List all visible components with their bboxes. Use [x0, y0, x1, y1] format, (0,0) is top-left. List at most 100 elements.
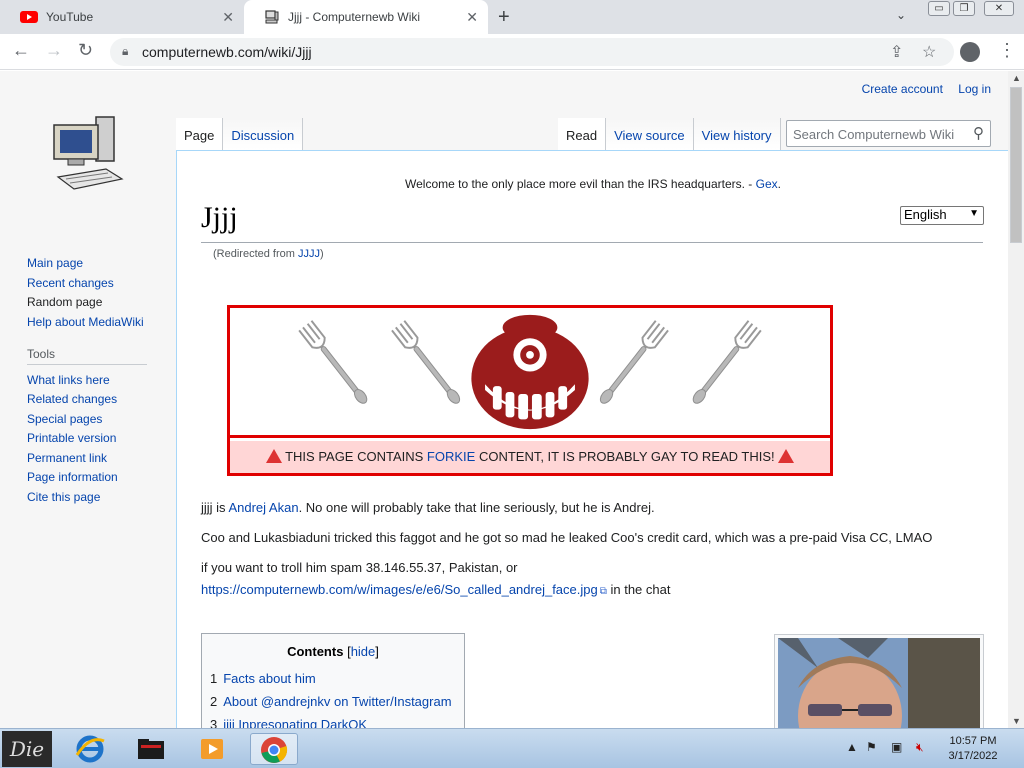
search-placeholder: Search Computernewb Wiki	[793, 127, 955, 142]
network-icon[interactable]: ▣	[891, 740, 902, 754]
text-run: . No one will probably take that line se…	[298, 500, 655, 515]
chrome-icon[interactable]	[250, 733, 298, 765]
toc-link[interactable]: Facts about him	[223, 671, 316, 686]
wiki-favicon-icon	[265, 10, 279, 24]
new-tab-icon[interactable]: +	[498, 6, 510, 29]
text-run: jjjj is	[201, 500, 229, 515]
sidebar-item-printable-version[interactable]: Printable version	[27, 432, 167, 445]
address-bar[interactable]: 🔒︎ computernewb.com/wiki/Jjjj ⇪ ☆	[110, 38, 954, 66]
search-input[interactable]: Search Computernewb Wiki ⚲	[786, 120, 991, 147]
warning-icon	[778, 449, 795, 463]
back-icon[interactable]: ←	[12, 40, 30, 61]
tab-view-source[interactable]: View source	[606, 118, 694, 150]
browser-tab-youtube[interactable]: YouTube ✕	[0, 0, 244, 34]
menu-kebab-icon[interactable]: ⋮	[998, 40, 1016, 61]
internet-explorer-icon[interactable]	[66, 733, 114, 765]
page-scrollbar[interactable]: ▲ ▼	[1008, 71, 1024, 728]
forward-icon[interactable]: →	[45, 40, 63, 61]
screen: YouTube ✕ Jjjj - Computernewb Wiki ✕ + ⌄…	[0, 0, 1024, 768]
tab-page[interactable]: Page	[176, 118, 224, 150]
media-player-icon[interactable]	[188, 733, 236, 765]
sidebar-item-recent-changes[interactable]: Recent changes	[27, 276, 167, 290]
create-account-link[interactable]: Create account	[862, 82, 943, 96]
start-button[interactable]: Die	[2, 731, 52, 767]
tab-read[interactable]: Read	[558, 118, 607, 150]
view-tabs: Read View source View history	[558, 118, 781, 150]
browser-tabstrip: YouTube ✕ Jjjj - Computernewb Wiki ✕ + ⌄…	[0, 0, 1024, 34]
page-title: Jjjj	[201, 201, 983, 243]
close-tab-icon[interactable]: ✕	[222, 9, 234, 26]
toc-item[interactable]: 3 jjjj Inpresonating DarkOK	[210, 717, 456, 728]
andrej-akan-link[interactable]: Andrej Akan	[228, 500, 298, 515]
browser-toolbar: ← → ↻ 🔒︎ computernewb.com/wiki/Jjjj ⇪ ☆ …	[0, 34, 1024, 70]
profile-avatar-icon[interactable]	[960, 42, 980, 62]
language-select[interactable]: English ▼	[900, 206, 984, 225]
toc-item[interactable]: 1 Facts about him	[210, 671, 456, 687]
content-area: Welcome to the only place more evil than…	[176, 150, 1008, 728]
close-tab-icon[interactable]: ✕	[466, 9, 478, 26]
table-of-contents: Contents [hide] 1 Facts about him 2 About …	[201, 633, 465, 728]
reload-icon[interactable]: ↻	[78, 40, 93, 61]
paragraph: if you want to troll him spam 38.146.55.…	[201, 557, 983, 603]
tab-discussion[interactable]: Discussion	[223, 118, 304, 150]
tab-view-history[interactable]: View history	[693, 118, 781, 150]
photo-content	[778, 638, 980, 728]
scroll-up-icon[interactable]: ▲	[1012, 73, 1021, 83]
clock-date: 3/17/2022	[948, 750, 998, 762]
wiki-page: Create account Log in Main page Recent c…	[0, 71, 1008, 728]
minimize-icon[interactable]: ▭	[928, 1, 950, 16]
redirect-prefix: (Redirected from	[213, 248, 298, 260]
sidebar-item-related-changes[interactable]: Related changes	[27, 393, 167, 406]
toc-heading: Contents	[287, 644, 344, 659]
namespace-tabs: Page Discussion	[176, 118, 304, 150]
toc-bracket: ]	[375, 644, 379, 659]
show-hidden-icons-icon[interactable]: ▲	[846, 740, 858, 754]
redirect-link[interactable]: JJJJ	[298, 248, 320, 260]
close-window-icon[interactable]: ✕	[984, 1, 1014, 16]
sidebar-item-permanent-link[interactable]: Permanent link	[27, 451, 167, 465]
sidebar-item-random-page[interactable]: Random page	[27, 296, 167, 309]
personal-links: Create account Log in	[850, 82, 991, 96]
forkie-link[interactable]: FORKIE	[427, 449, 475, 464]
toc-link[interactable]: jjjj Inpresonating DarkOK	[223, 717, 367, 728]
sidebar-item-main-page[interactable]: Main page	[27, 257, 167, 270]
sidebar: Main page Recent changes Random page Hel…	[27, 257, 167, 510]
file-explorer-icon[interactable]	[127, 733, 175, 765]
tab-title: YouTube	[46, 10, 94, 24]
toc-item[interactable]: 2 About @andrejnkv on Twitter/Instagram	[210, 694, 456, 710]
article-thumbnail[interactable]	[774, 634, 984, 728]
volume-muted-icon[interactable]: 🔇︎	[916, 740, 924, 755]
redirect-notice: (Redirected from JJJJ)	[213, 248, 324, 260]
login-link[interactable]: Log in	[958, 82, 991, 96]
toc-hide-toggle[interactable]: hide	[351, 644, 376, 659]
bookmark-star-icon[interactable]: ☆	[922, 42, 936, 62]
paragraph: Coo and Lukasbiaduni tricked this faggot…	[201, 530, 933, 545]
restore-icon[interactable]: ❐	[953, 1, 975, 16]
banner-text-post: CONTENT, IT IS PROBABLY GAY TO READ THIS…	[475, 449, 779, 464]
fork-banner-image	[230, 314, 830, 438]
sidebar-item-cite[interactable]: Cite this page	[27, 490, 167, 504]
toc-number: 2	[210, 694, 218, 709]
sidebar-item-page-information[interactable]: Page information	[27, 471, 167, 484]
taskbar-clock[interactable]: 10:57 PM 3/17/2022	[940, 734, 1006, 764]
article-body: jjjj is Andrej Akan. No one will probabl…	[201, 497, 983, 611]
toc-link[interactable]: About @andrejnkv on Twitter/Instagram	[223, 694, 451, 709]
sidebar-item-special-pages[interactable]: Special pages	[27, 412, 167, 426]
search-icon[interactable]: ⚲	[973, 124, 984, 142]
scroll-down-icon[interactable]: ▼	[1012, 716, 1021, 726]
tab-search-icon[interactable]: ⌄	[896, 8, 906, 22]
site-notice-link[interactable]: Gex	[756, 177, 778, 191]
toc-title: Contents [hide]	[210, 644, 456, 659]
share-icon[interactable]: ⇪	[890, 42, 903, 62]
clock-time: 10:57 PM	[949, 735, 997, 747]
toc-number: 3	[210, 717, 218, 728]
sidebar-item-help[interactable]: Help about MediaWiki	[27, 315, 167, 329]
wiki-logo[interactable]	[48, 107, 128, 197]
url-text: computernewb.com/wiki/Jjjj	[142, 44, 312, 60]
browser-tab-wiki[interactable]: Jjjj - Computernewb Wiki ✕	[244, 0, 488, 34]
external-image-link[interactable]: https://computernewb.com/w/images/e/e6/S…	[201, 582, 607, 597]
sidebar-item-what-links-here[interactable]: What links here	[27, 373, 167, 387]
language-value: English	[904, 207, 947, 222]
scrollbar-thumb[interactable]	[1010, 87, 1022, 243]
action-center-flag-icon[interactable]: ⚑	[866, 740, 877, 754]
